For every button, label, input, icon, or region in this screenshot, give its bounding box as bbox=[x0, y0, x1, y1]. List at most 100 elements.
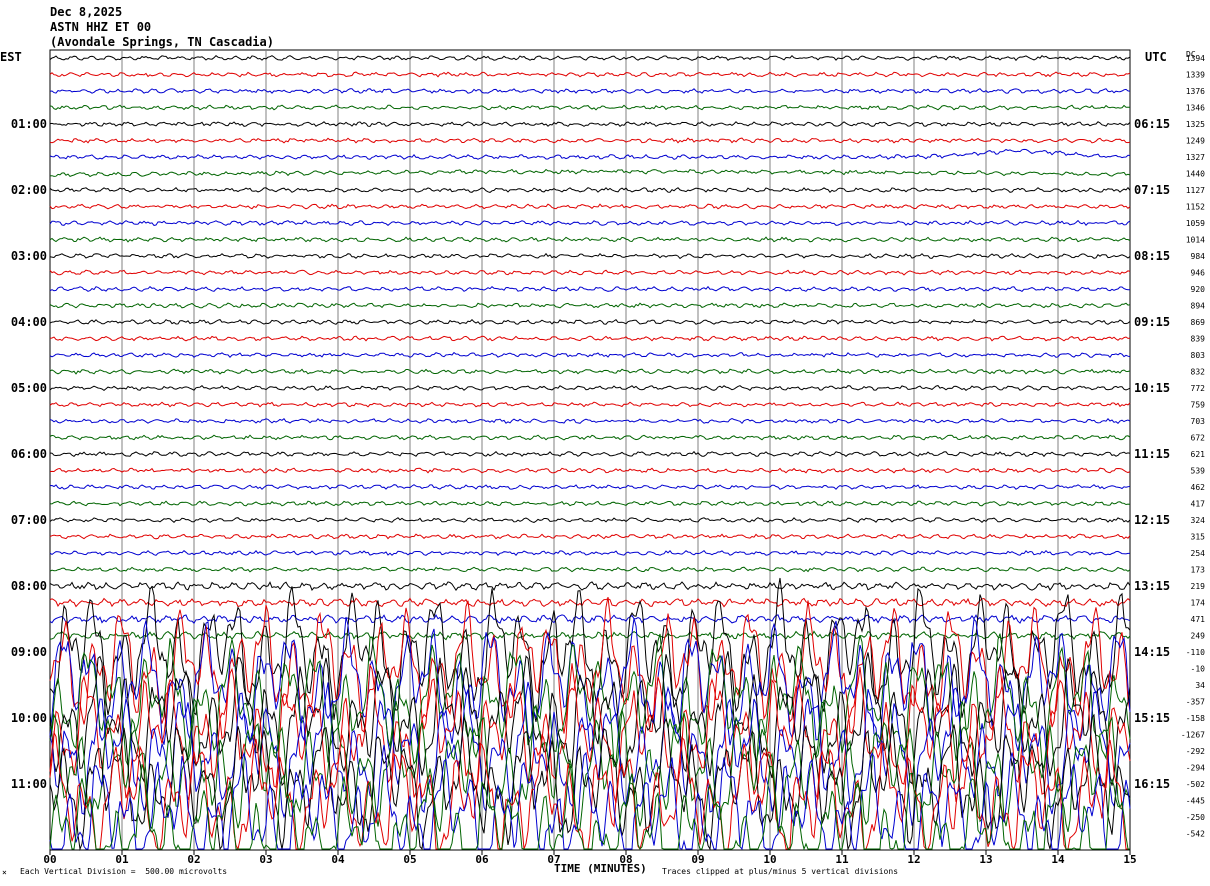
dc-offset-label: 803 bbox=[1191, 351, 1206, 360]
est-hour-label: 08:00 bbox=[11, 579, 47, 593]
utc-hour-label: 06:15 bbox=[1134, 117, 1170, 131]
x-tick-label: 09 bbox=[691, 853, 704, 866]
dc-offset-label: 174 bbox=[1191, 599, 1206, 608]
dc-offset-label: 1339 bbox=[1186, 71, 1205, 80]
dc-offset-label: 249 bbox=[1191, 632, 1206, 641]
x-tick-label: 03 bbox=[259, 853, 272, 866]
dc-offset-label: 173 bbox=[1191, 566, 1206, 575]
dc-offset-label: -502 bbox=[1186, 780, 1205, 789]
est-hour-label: 01:00 bbox=[11, 117, 47, 131]
dc-offset-label: 759 bbox=[1191, 401, 1206, 410]
dc-offset-label: 672 bbox=[1191, 434, 1206, 443]
dc-offset-label: 839 bbox=[1191, 335, 1206, 344]
dc-offset-label: 417 bbox=[1191, 500, 1206, 509]
utc-hour-label: 16:15 bbox=[1134, 777, 1170, 791]
x-tick-label: 00 bbox=[43, 853, 56, 866]
utc-hour-label: 07:15 bbox=[1134, 183, 1170, 197]
est-hour-label: 02:00 bbox=[11, 183, 47, 197]
dc-offset-label: 539 bbox=[1191, 467, 1206, 476]
helicorder-plot: 00 01 02 03 04 05 06 07 08 09 10 11 12 13 14 1501:0002:… bbox=[11, 49, 1206, 866]
dc-offset-label: -110 bbox=[1186, 648, 1205, 657]
utc-hour-label: 08:15 bbox=[1134, 249, 1170, 263]
seismic-trace bbox=[49, 533, 1131, 540]
x-tick-label: 02 bbox=[187, 853, 200, 866]
dc-offset-label: 1325 bbox=[1186, 120, 1205, 129]
seismic-trace bbox=[49, 186, 1131, 193]
seismic-trace bbox=[49, 71, 1131, 78]
seismic-trace bbox=[49, 168, 1131, 178]
dc-offset-label: 462 bbox=[1191, 483, 1206, 492]
x-tick-label: 13 bbox=[979, 853, 992, 866]
seismic-trace bbox=[49, 385, 1131, 392]
seismic-trace bbox=[49, 484, 1131, 490]
seismic-trace bbox=[49, 318, 1131, 325]
dc-offset-label: -158 bbox=[1186, 714, 1205, 723]
dc-offset-label: -292 bbox=[1186, 747, 1205, 756]
est-hour-label: 07:00 bbox=[11, 513, 47, 527]
dc-offset-label: 946 bbox=[1191, 269, 1206, 278]
division-note: Each Vertical Division = 500.00 microvol… bbox=[20, 867, 228, 876]
seismic-trace bbox=[49, 104, 1131, 111]
dc-offset-label: 869 bbox=[1191, 318, 1206, 327]
utc-hour-label: 13:15 bbox=[1134, 579, 1170, 593]
seismic-trace bbox=[49, 88, 1131, 94]
x-tick-label: 05 bbox=[403, 853, 416, 866]
dc-offset-label: 219 bbox=[1191, 582, 1206, 591]
seismic-trace bbox=[49, 597, 1131, 608]
x-tick-label: 10 bbox=[763, 853, 776, 866]
est-hour-label: 03:00 bbox=[11, 249, 47, 263]
dc-offset-label: 984 bbox=[1191, 252, 1206, 261]
x-axis-title: TIME (MINUTES) bbox=[554, 862, 647, 875]
dc-offset-label: 832 bbox=[1191, 368, 1206, 377]
seismic-trace bbox=[49, 335, 1131, 342]
dc-offset-label: 254 bbox=[1191, 549, 1206, 558]
seismic-trace bbox=[49, 203, 1131, 210]
seismic-trace bbox=[49, 417, 1131, 425]
utc-hour-label: 12:15 bbox=[1134, 513, 1170, 527]
seismic-trace bbox=[49, 549, 1130, 556]
est-hour-label: 09:00 bbox=[11, 645, 47, 659]
dc-offset-label: 1059 bbox=[1186, 219, 1205, 228]
seismic-trace bbox=[49, 252, 1131, 260]
est-hour-label: 11:00 bbox=[11, 777, 47, 791]
seismic-trace bbox=[49, 269, 1131, 276]
utc-hour-label: 15:15 bbox=[1134, 711, 1170, 725]
dc-offset-label: 1440 bbox=[1186, 170, 1205, 179]
x-tick-label: 11 bbox=[835, 853, 849, 866]
seismic-trace bbox=[49, 581, 1131, 591]
seismic-trace bbox=[49, 450, 1131, 458]
utc-hour-label: 09:15 bbox=[1134, 315, 1170, 329]
est-hour-label: 06:00 bbox=[11, 447, 47, 461]
seismic-trace bbox=[49, 566, 1131, 573]
dc-offset-label: -294 bbox=[1186, 764, 1205, 773]
seismic-trace bbox=[49, 517, 1131, 523]
dc-offset-label: 920 bbox=[1191, 285, 1206, 294]
dc-offset-label: 1249 bbox=[1186, 137, 1205, 146]
seismic-trace bbox=[49, 467, 1131, 474]
seismic-trace bbox=[49, 137, 1131, 144]
seismic-trace bbox=[49, 351, 1131, 359]
utc-hour-label: 11:15 bbox=[1134, 447, 1170, 461]
seismic-trace bbox=[49, 302, 1131, 309]
est-hour-label: 05:00 bbox=[11, 381, 47, 395]
plot-frame bbox=[49, 49, 1131, 851]
seismic-trace bbox=[49, 219, 1131, 226]
dc-offset-label: 471 bbox=[1191, 615, 1206, 624]
dc-offset-label: -357 bbox=[1186, 698, 1205, 707]
x-tick-label: 04 bbox=[331, 853, 345, 866]
dc-offset-label: 1014 bbox=[1186, 236, 1205, 245]
dc-offset-label: 621 bbox=[1191, 450, 1206, 459]
est-hour-label: 10:00 bbox=[11, 711, 47, 725]
seismic-trace bbox=[49, 368, 1131, 375]
dc-offset-label: 1394 bbox=[1186, 54, 1205, 63]
utc-hour-label: 10:15 bbox=[1134, 381, 1170, 395]
dc-offset-label: -10 bbox=[1191, 665, 1206, 674]
clip-note: Traces clipped at plus/minus 5 vertical … bbox=[662, 867, 899, 876]
dc-offset-label: 1152 bbox=[1186, 203, 1205, 212]
x-tick-label: 12 bbox=[907, 853, 920, 866]
seismic-trace bbox=[49, 121, 1131, 128]
seismic-trace bbox=[49, 148, 1131, 160]
dc-offset-label: -445 bbox=[1186, 797, 1205, 806]
x-tick-label: 14 bbox=[1051, 853, 1065, 866]
dc-offset-label: -250 bbox=[1186, 813, 1205, 822]
